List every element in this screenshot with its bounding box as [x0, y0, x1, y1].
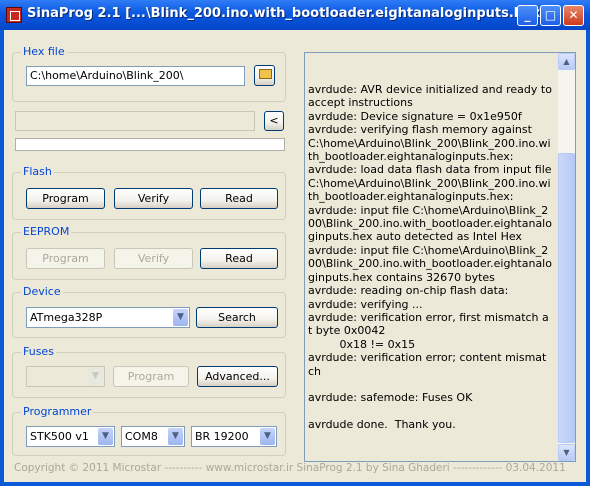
log-scrollbar[interactable]: ▲ ▼: [558, 53, 575, 461]
eeprom-program-button[interactable]: Program: [26, 248, 105, 269]
flash-program-button[interactable]: Program: [26, 188, 105, 209]
browse-hex-button[interactable]: [254, 65, 275, 86]
flash-label: Flash: [21, 165, 54, 178]
app-icon[interactable]: [6, 7, 22, 23]
programmer-label: Programmer: [21, 405, 94, 418]
chevron-down-icon[interactable]: ▼: [260, 428, 275, 445]
footer-text: Copyright © 2011 Microstar ---------- ww…: [14, 462, 566, 474]
log-text: avrdude: AVR device initialized and read…: [308, 83, 552, 432]
programmer-port-value: COM8: [125, 430, 158, 443]
chevron-down-icon[interactable]: ▼: [88, 368, 103, 385]
fuses-label: Fuses: [21, 345, 56, 358]
flash-verify-button[interactable]: Verify: [114, 188, 193, 209]
device-selected-value: ATmega328P: [30, 311, 103, 324]
fuses-program-button[interactable]: Program: [113, 366, 189, 387]
fuses-select[interactable]: ▼: [26, 366, 105, 387]
device-search-button[interactable]: Search: [196, 307, 278, 328]
status-field: [15, 111, 255, 131]
close-icon[interactable]: ✕: [563, 5, 584, 26]
hex-file-label: Hex file: [21, 45, 67, 58]
chevron-down-icon[interactable]: ▼: [168, 428, 183, 445]
eeprom-label: EEPROM: [21, 225, 72, 238]
folder-open-icon: [259, 69, 272, 79]
client-area: Hex file C:\home\Arduino\Blink_200\ < Fl…: [4, 30, 586, 482]
title-bar[interactable]: SinaProg 2.1 [...\Blink_200.ino.with_boo…: [0, 0, 590, 30]
chevron-down-icon[interactable]: ▼: [98, 428, 113, 445]
chevron-down-icon[interactable]: ▼: [173, 309, 188, 326]
progress-bar: [15, 138, 285, 151]
scroll-up-arrow-icon[interactable]: ▲: [558, 53, 575, 70]
hex-file-path-input[interactable]: C:\home\Arduino\Blink_200\: [26, 66, 245, 86]
maximize-icon[interactable]: □: [540, 5, 561, 26]
device-group: Device ATmega328P ▼ Search: [12, 285, 286, 338]
device-label: Device: [21, 285, 63, 298]
programmer-group: Programmer STK500 v1 ▼ COM8 ▼ BR 19200 ▼: [12, 405, 286, 456]
programmer-type-value: STK500 v1: [30, 430, 89, 443]
app-window: SinaProg 2.1 [...\Blink_200.ino.with_boo…: [0, 0, 590, 486]
flash-group: Flash Program Verify Read: [12, 165, 286, 220]
device-select[interactable]: ATmega328P ▼: [26, 307, 190, 328]
eeprom-group: EEPROM Program Verify Read: [12, 225, 286, 280]
flash-read-button[interactable]: Read: [200, 188, 278, 209]
programmer-baud-select[interactable]: BR 19200 ▼: [191, 426, 277, 447]
eeprom-verify-button[interactable]: Verify: [114, 248, 193, 269]
log-panel[interactable]: avrdude: AVR device initialized and read…: [304, 52, 576, 462]
window-title: SinaProg 2.1 [...\Blink_200.ino.with_boo…: [27, 6, 547, 21]
scroll-down-arrow-icon[interactable]: ▼: [558, 444, 575, 461]
programmer-baud-value: BR 19200: [195, 430, 249, 443]
programmer-port-select[interactable]: COM8 ▼: [121, 426, 185, 447]
fuses-group: Fuses ▼ Program Advanced...: [12, 345, 286, 398]
programmer-type-select[interactable]: STK500 v1 ▼: [26, 426, 115, 447]
scroll-thumb[interactable]: [558, 153, 575, 443]
fuses-advanced-button[interactable]: Advanced...: [197, 366, 278, 387]
back-button[interactable]: <: [264, 111, 284, 131]
minimize-icon[interactable]: _: [517, 5, 538, 26]
hex-file-group: Hex file C:\home\Arduino\Blink_200\: [12, 45, 286, 102]
eeprom-read-button[interactable]: Read: [200, 248, 278, 269]
